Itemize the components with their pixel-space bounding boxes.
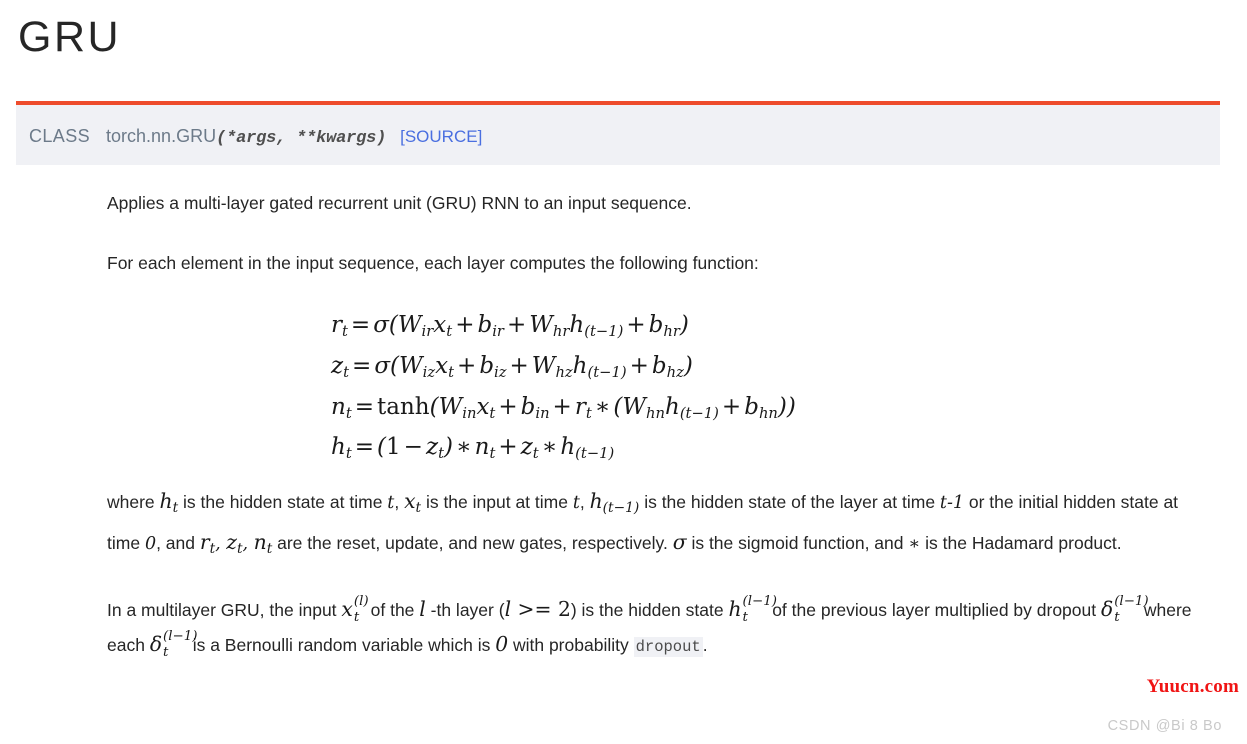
paragraph-multilayer: In a multilayer GRU, the input x (l) t of … — [107, 592, 1197, 664]
watermark-yuucn: Yuucn.com — [1146, 676, 1239, 697]
code-dropout: dropout — [633, 636, 703, 657]
text-fragment: are the reset, update, and new gates, re… — [272, 532, 673, 553]
math-h-t-minus-1: h(t−1) — [589, 489, 640, 516]
math-l-gte-2: l >= 2 — [504, 596, 571, 621]
math-zero: 0 — [144, 533, 157, 554]
math-x-t-superscript-l: x (l) t — [341, 593, 369, 626]
equation-hidden-state: ht = (1− zt) ∗ nt + zt ∗ h(t−1) — [331, 434, 615, 463]
text-fragment: is the hidden state at time — [178, 492, 388, 512]
math-h-t: ht — [159, 489, 179, 516]
text-fragment: of the — [365, 599, 420, 620]
math-r-t: rt — [199, 529, 216, 557]
text-fragment: is a Bernoulli random variable which is — [187, 634, 496, 655]
text-fragment: , — [394, 492, 405, 512]
class-keyword-label: CLASS — [29, 126, 91, 146]
gru-equation-block: rt = σ(Wirxt + bir + Whrh(t−1) + bhr) zt = σ(Wizxt… — [331, 308, 796, 471]
text-fragment: In a multilayer GRU, the input — [107, 599, 342, 620]
paragraph-description: Applies a multi-layer gated recurrent un… — [107, 193, 692, 213]
math-t-minus-1: t-1 — [939, 493, 965, 513]
text-fragment: -th layer ( — [425, 599, 505, 620]
text-fragment: with probability — [508, 634, 634, 655]
math-sigma: σ — [672, 529, 687, 554]
class-qualified-name: torch.nn.GRU — [106, 126, 217, 146]
page-title: GRU — [18, 13, 122, 61]
math-delta-t-superscript-l-1: δ (l−1) t — [1100, 593, 1149, 626]
text-fragment: of the previous layer multiplied by drop… — [767, 599, 1101, 620]
math-x-t: xt — [404, 489, 422, 516]
text-fragment: is the sigmoid function, and — [686, 532, 909, 553]
class-signature-line: CLASS torch.nn.GRU(*args, **kwargs) [SOURC… — [29, 126, 482, 148]
math-h-t-superscript-l-1: h (l−1) t — [728, 593, 777, 626]
paragraph-function-intro: For each element in the input sequence, … — [107, 253, 759, 273]
math-delta-t-superscript-l-1: δ (l−1) t — [149, 628, 198, 661]
text-fragment: ) is the hidden state — [570, 599, 729, 620]
math-z-t: zt — [226, 529, 243, 557]
text-fragment: is the hidden state of the layer at time — [639, 492, 940, 512]
watermark-csdn: CSDN @Bi 8 Bo — [1107, 718, 1222, 734]
text-fragment: , — [579, 492, 590, 512]
math-asterisk: ∗ — [908, 533, 921, 554]
math-zero: 0 — [495, 631, 509, 656]
source-link[interactable]: [SOURCE] — [400, 127, 482, 146]
text-fragment: is the Hadamard product. — [920, 532, 1122, 553]
math-t: t — [572, 493, 580, 513]
text-fragment: , and — [156, 532, 200, 553]
equation-update-gate: zt = σ(Wizxt + biz + Whzh(t−1) + bhz) — [331, 352, 693, 381]
equation-new-gate: nt = tanh(Winxt + bin + rt ∗ (Whnh(t−1) + bhn)) — [331, 393, 796, 422]
class-arguments: (*args, **kwargs) — [216, 129, 387, 148]
text-fragment: is the input at time — [421, 492, 573, 512]
text-fragment: . — [702, 634, 708, 655]
equation-reset-gate: rt = σ(Wirxt + bir + Whrh(t−1) + bhr) — [331, 312, 689, 340]
text-fragment: where — [107, 492, 160, 512]
class-signature-block: CLASS torch.nn.GRU(*args, **kwargs) [SOURC… — [16, 101, 1220, 165]
math-n-t: nt — [253, 529, 273, 557]
paragraph-variable-definitions: where ht is the hidden state at time t , … — [107, 489, 1179, 557]
